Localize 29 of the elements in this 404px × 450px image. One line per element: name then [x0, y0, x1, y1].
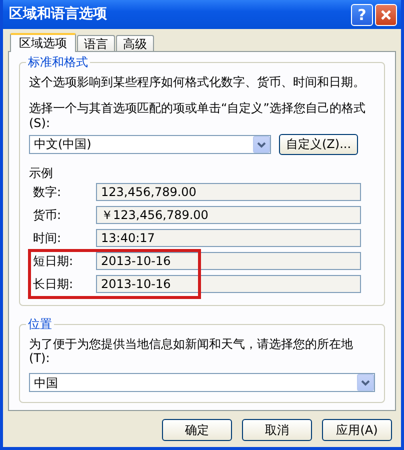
tab[interactable]: 区域选项	[10, 33, 76, 52]
location-dropdown[interactable]: 中国	[29, 373, 375, 392]
sample-field: ￥123,456,789.00	[96, 206, 361, 224]
prompt-text: 选择一个与其首选项匹配的项或单击“自定义”选择您自己的格式(S):	[29, 101, 366, 130]
close-button[interactable]	[375, 4, 397, 26]
section-label: 示例	[29, 166, 54, 181]
dialog-button[interactable]: 应用(A)	[322, 419, 392, 441]
dialog-button[interactable]: 确定	[162, 419, 232, 441]
field-label: 数字:	[32, 184, 62, 200]
sample-field: 13:40:17	[96, 229, 361, 248]
dialog-button[interactable]: 取消	[242, 419, 312, 441]
field-label: 短日期:	[32, 254, 74, 268]
description-text: 为了便于为您提供当地信息如新闻和天气，请选择您的所在地(T):	[29, 336, 354, 366]
sample-field: 2013-10-16	[96, 252, 361, 270]
group-title: 标准和格式	[26, 55, 90, 70]
description-text: 这个选项影响到某些程序如何格式化数字、货币、时间和日期。	[29, 75, 366, 90]
close-icon	[380, 8, 392, 20]
customize-button[interactable]: 自定义(Z)...	[279, 134, 358, 156]
window-title: 区域和语言选项	[9, 6, 108, 23]
help-button[interactable]: ?	[351, 4, 373, 26]
locale-dropdown[interactable]: 中文(中国)	[29, 135, 271, 154]
field-label: 时间:	[32, 230, 62, 246]
tab[interactable]: 高级	[116, 35, 154, 51]
tab[interactable]: 语言	[77, 35, 115, 51]
sample-field: 123,456,789.00	[96, 183, 361, 202]
sample-field: 2013-10-16	[96, 275, 361, 294]
field-label: 长日期:	[32, 276, 74, 292]
field-label: 货币:	[32, 208, 62, 222]
group-title: 位置	[26, 316, 54, 331]
